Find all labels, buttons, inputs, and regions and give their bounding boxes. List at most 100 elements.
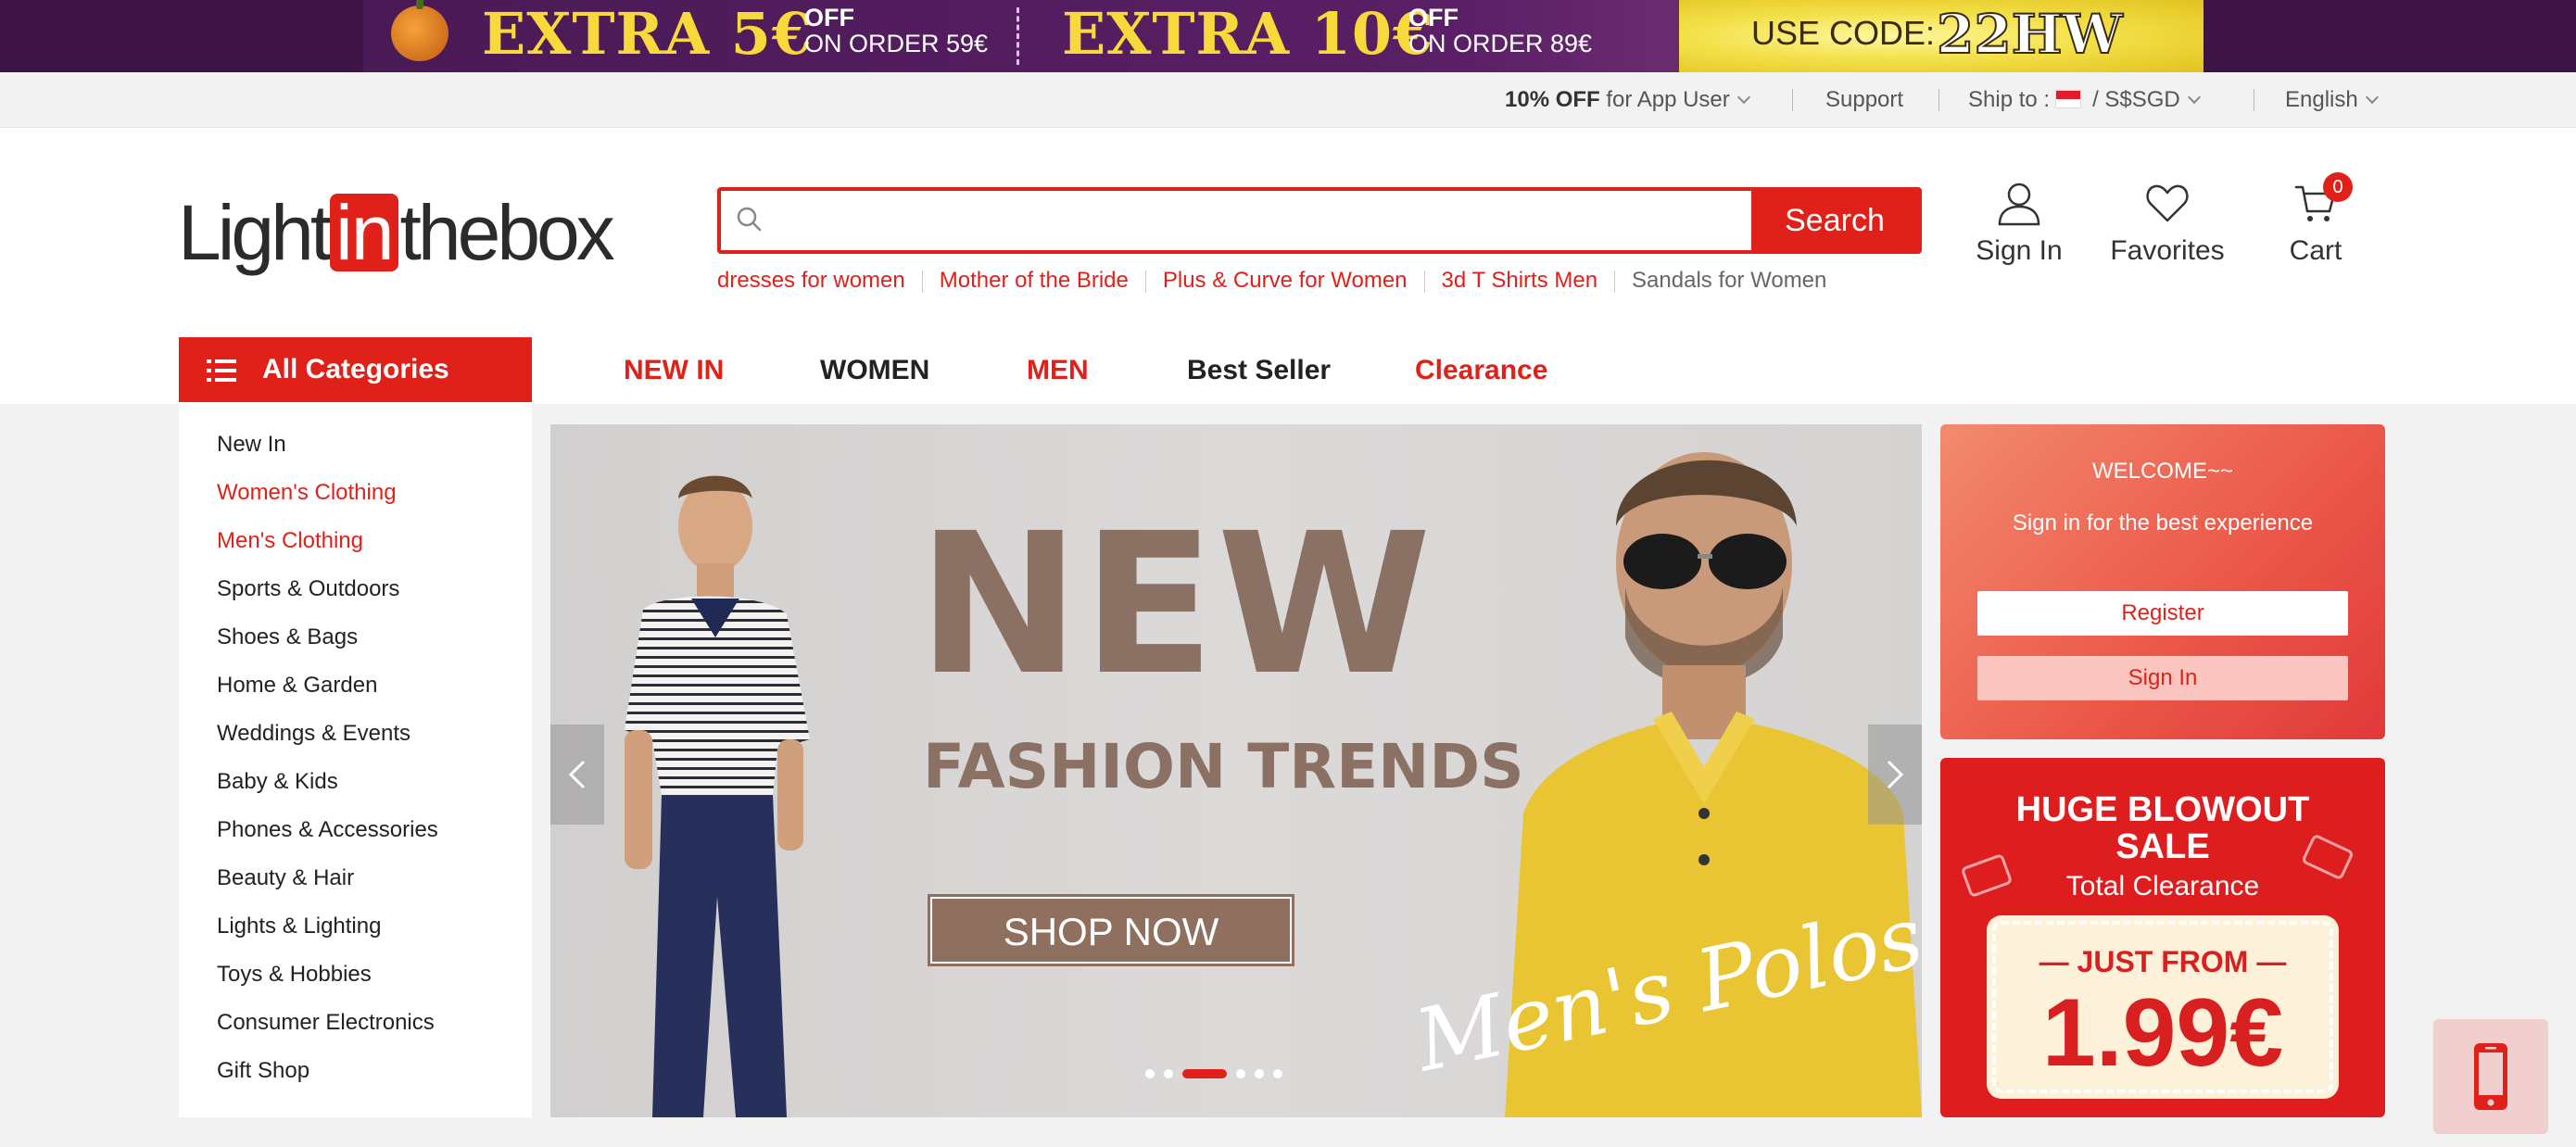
hot-search-divider bbox=[1144, 270, 1146, 293]
shop-now-button[interactable]: SHOP NOW bbox=[930, 897, 1292, 964]
chevron-down-icon bbox=[1736, 90, 1750, 105]
nav-women[interactable]: WOMEN bbox=[820, 352, 929, 389]
logo-text-thebox: thebox bbox=[399, 189, 615, 276]
hot-search-divider bbox=[1614, 270, 1616, 293]
sidebar-item-gift-shop[interactable]: Gift Shop bbox=[217, 1056, 309, 1086]
currency-label: / S$SGD bbox=[2092, 87, 2180, 112]
promo-offer1-off: OFF bbox=[804, 4, 854, 32]
category-sidebar: New In Women's Clothing Men's Clothing S… bbox=[179, 404, 532, 1117]
hero-carousel[interactable]: NEW FASHION TRENDS SHOP NOW Men's Polos bbox=[550, 424, 1922, 1117]
hot-searches: dresses for women Mother of the Bride Plus… bbox=[717, 267, 1826, 295]
nav-men[interactable]: MEN bbox=[1027, 352, 1089, 389]
hot-search-link[interactable]: 3d T Shirts Men bbox=[1442, 268, 1598, 293]
search-button[interactable]: Search bbox=[1751, 191, 1918, 250]
app-offer-text: for App User bbox=[1606, 87, 1730, 112]
carousel-next-button[interactable] bbox=[1868, 725, 1922, 825]
heart-icon bbox=[2146, 184, 2189, 222]
carousel-dot[interactable] bbox=[1164, 1069, 1173, 1078]
sidebar-item-womens-clothing[interactable]: Women's Clothing bbox=[217, 478, 397, 508]
app-offer-link[interactable]: 10% OFF for App User bbox=[1505, 85, 1750, 115]
hot-search-link[interactable]: Plus & Curve for Women bbox=[1163, 268, 1408, 293]
sign-in-button[interactable]: Sign In bbox=[1954, 180, 2084, 267]
hot-search-divider bbox=[1423, 270, 1425, 293]
language-label: English bbox=[2285, 87, 2358, 112]
search-bar: Search bbox=[717, 187, 1922, 254]
sidebar-item-consumer-electronics[interactable]: Consumer Electronics bbox=[217, 1008, 435, 1038]
promo-offer2-off: OFF bbox=[1408, 4, 1458, 32]
promo-divider bbox=[1017, 7, 1019, 65]
cart-count-badge: 0 bbox=[2323, 172, 2353, 202]
ship-to-selector[interactable]: Ship to : / S$SGD bbox=[1968, 85, 2201, 115]
menu-list-icon bbox=[207, 359, 236, 382]
carousel-dot[interactable] bbox=[1255, 1069, 1264, 1078]
welcome-sign-in-button[interactable]: Sign In bbox=[1977, 656, 2348, 700]
ship-to-label: Ship to : bbox=[1968, 87, 2051, 112]
hot-search-divider bbox=[921, 270, 923, 293]
nav-clearance[interactable]: Clearance bbox=[1415, 352, 1547, 389]
welcome-card: WELCOME~~ Sign in for the best experienc… bbox=[1940, 424, 2385, 739]
blowout-price: 1.99€ bbox=[2041, 979, 2284, 1087]
hero-subheadline: FASHION TRENDS bbox=[923, 731, 1524, 802]
app-offer-bold: 10% OFF bbox=[1505, 87, 1600, 112]
promo-code: 22HW bbox=[1936, 2, 2124, 67]
sidebar-item-shoes-bags[interactable]: Shoes & Bags bbox=[217, 623, 358, 652]
pumpkin-icon bbox=[391, 0, 448, 61]
cart-label: Cart bbox=[2289, 235, 2342, 266]
promo-banner-image[interactable]: EXTRA 5€ OFF ON ORDER 59€ EXTRA 10€ OFF … bbox=[363, 0, 2203, 72]
carousel-prev-button[interactable] bbox=[550, 725, 604, 825]
nav-best-seller[interactable]: Best Seller bbox=[1187, 352, 1331, 389]
blowout-sale-banner[interactable]: HUGE BLOWOUT SALE Total Clearance — JUST… bbox=[1940, 758, 2385, 1117]
search-input[interactable] bbox=[777, 191, 1801, 250]
app-download-button[interactable] bbox=[2433, 1019, 2548, 1134]
sidebar-item-lights-lighting[interactable]: Lights & Lighting bbox=[217, 912, 381, 941]
promo-offer2-order: ON ORDER 89€ bbox=[1408, 30, 1593, 57]
support-link[interactable]: Support bbox=[1825, 85, 1903, 115]
hot-search-link[interactable]: dresses for women bbox=[717, 268, 905, 293]
logo-text-light: Light bbox=[178, 189, 332, 276]
hero-headline: NEW bbox=[917, 491, 1433, 718]
sidebar-item-new-in[interactable]: New In bbox=[217, 430, 286, 460]
sidebar-item-weddings-events[interactable]: Weddings & Events bbox=[217, 719, 410, 749]
utility-bar: 10% OFF for App User Support Ship to : / … bbox=[0, 72, 2576, 128]
sidebar-item-home-garden[interactable]: Home & Garden bbox=[217, 671, 377, 700]
nav-new-in[interactable]: NEW IN bbox=[624, 352, 724, 389]
register-button[interactable]: Register bbox=[1977, 591, 2348, 636]
price-ticket: — JUST FROM — 1.99€ bbox=[1992, 921, 2333, 1093]
search-icon bbox=[737, 207, 762, 232]
logo-text-in: in bbox=[330, 194, 398, 271]
carousel-dot[interactable] bbox=[1145, 1069, 1155, 1078]
sidebar-item-toys-hobbies[interactable]: Toys & Hobbies bbox=[217, 960, 372, 989]
sidebar-item-phones-accessories[interactable]: Phones & Accessories bbox=[217, 815, 438, 845]
singapore-flag-icon bbox=[2055, 89, 2082, 108]
all-categories-button[interactable]: All Categories bbox=[179, 337, 532, 402]
utility-divider bbox=[1938, 89, 1939, 111]
chevron-right-icon bbox=[1887, 760, 1904, 789]
welcome-title: WELCOME~~ bbox=[2091, 459, 2234, 484]
promo-banner[interactable]: EXTRA 5€ OFF ON ORDER 59€ EXTRA 10€ OFF … bbox=[0, 0, 2576, 72]
language-selector[interactable]: English bbox=[2285, 85, 2379, 115]
sign-in-label: Sign In bbox=[1976, 235, 2063, 266]
user-icon bbox=[1998, 183, 2040, 226]
mobile-phone-icon bbox=[2474, 1043, 2507, 1110]
welcome-subtitle: Sign in for the best experience bbox=[2012, 510, 2314, 536]
just-from-label: — JUST FROM — bbox=[2039, 945, 2287, 978]
sidebar-item-baby-kids[interactable]: Baby & Kids bbox=[217, 767, 338, 797]
cart-button[interactable]: 0 Cart bbox=[2251, 172, 2380, 267]
chevron-down-icon bbox=[2187, 90, 2201, 105]
hot-search-link[interactable]: Mother of the Bride bbox=[940, 268, 1129, 293]
hot-search-link[interactable]: Sandals for Women bbox=[1632, 268, 1826, 293]
sidebar-item-mens-clothing[interactable]: Men's Clothing bbox=[217, 526, 363, 556]
sidebar-item-sports-outdoors[interactable]: Sports & Outdoors bbox=[217, 574, 399, 604]
sidebar-item-beauty-hair[interactable]: Beauty & Hair bbox=[217, 863, 354, 893]
utility-divider bbox=[1792, 89, 1793, 111]
carousel-dot[interactable] bbox=[1273, 1069, 1282, 1078]
carousel-dot[interactable] bbox=[1236, 1069, 1245, 1078]
chevron-left-icon bbox=[568, 760, 586, 789]
favorites-label: Favorites bbox=[2110, 235, 2225, 266]
promo-offer2-amount: EXTRA 10€ bbox=[1062, 0, 1434, 68]
promo-offer1-order: ON ORDER 59€ bbox=[804, 30, 989, 57]
carousel-dot[interactable] bbox=[1182, 1069, 1227, 1078]
favorites-button[interactable]: Favorites bbox=[2102, 180, 2232, 267]
site-logo[interactable]: Lightinthebox bbox=[178, 191, 632, 274]
model-striped-polo-image bbox=[625, 475, 810, 1117]
